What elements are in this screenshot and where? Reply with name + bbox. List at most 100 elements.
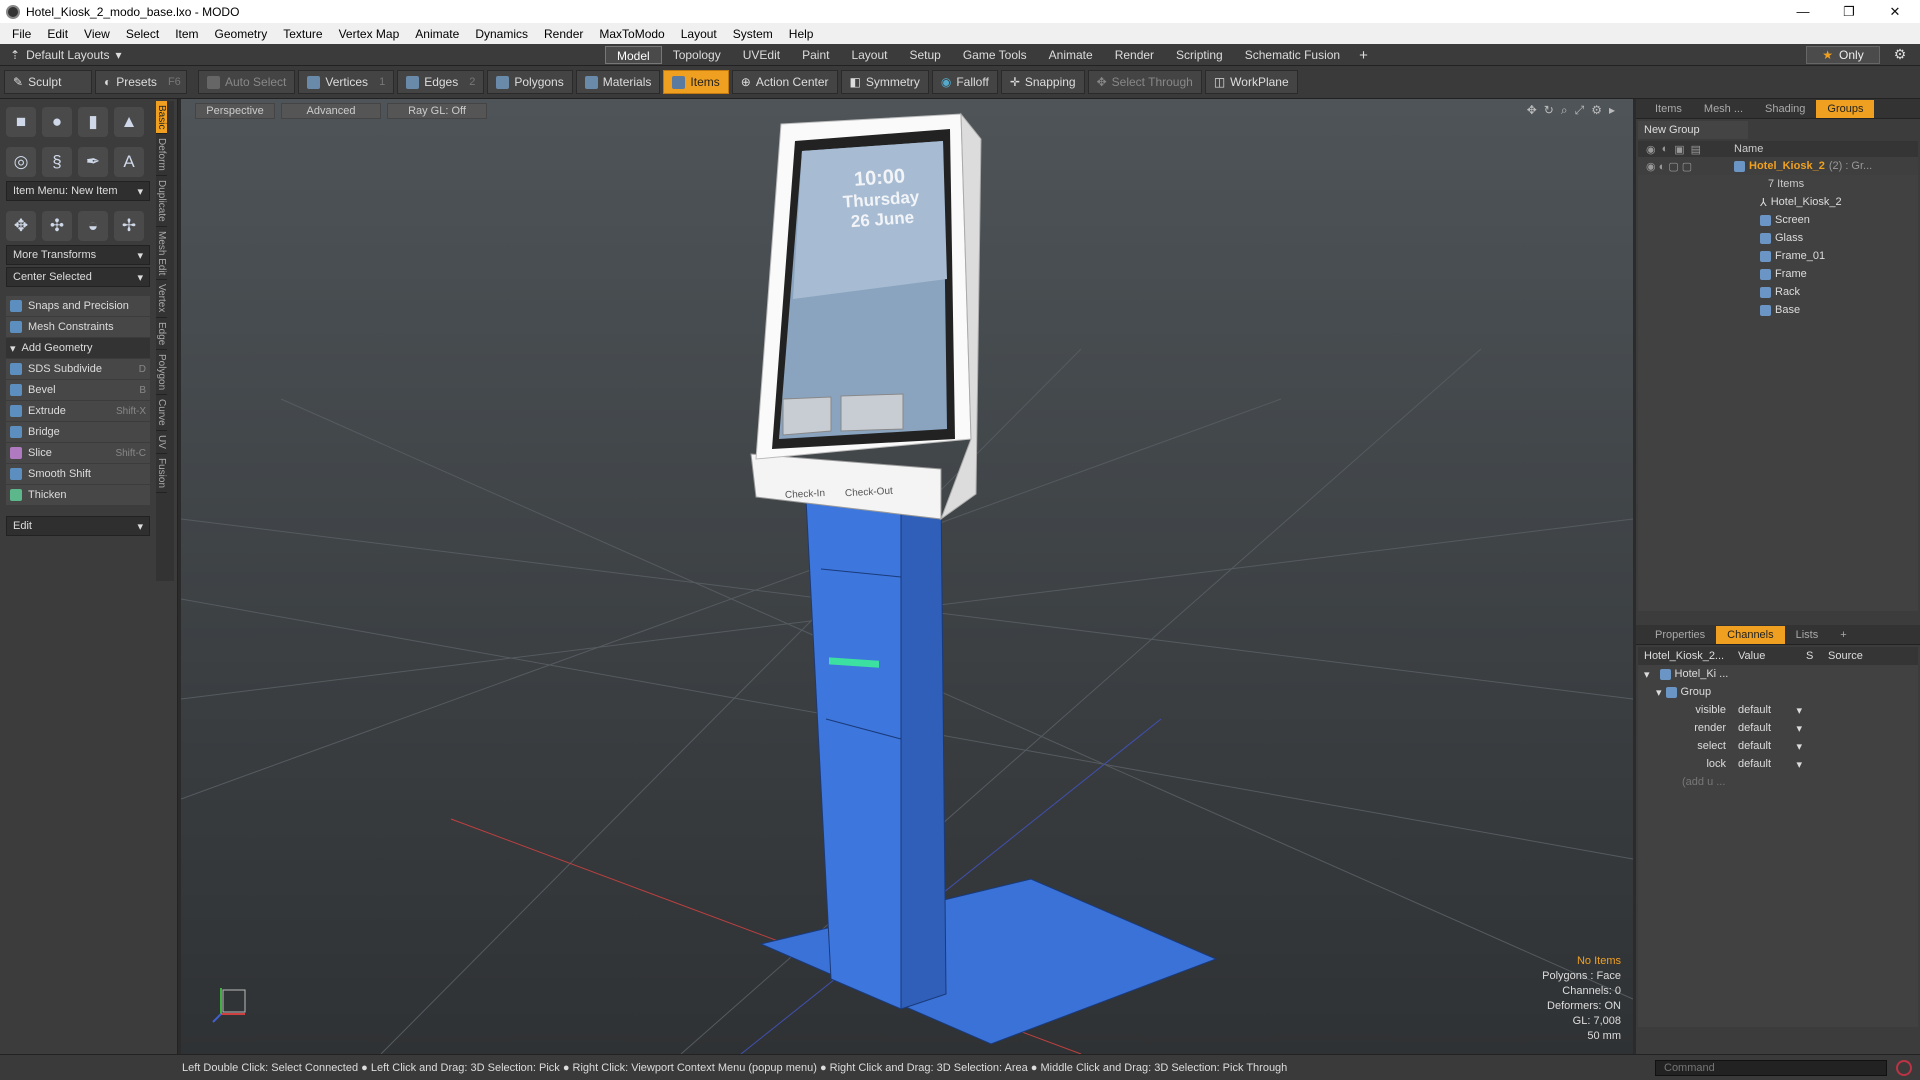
tab-schematic-fusion[interactable]: Schematic Fusion (1234, 46, 1351, 64)
more-transforms-dropdown[interactable]: More Transforms ▾ (6, 245, 150, 265)
edges-button[interactable]: Edges 2 (397, 70, 485, 94)
group-child-row[interactable]: Rack (1638, 283, 1918, 301)
channel-row[interactable]: render default ▾ (1638, 719, 1918, 737)
tool-bevel[interactable]: Bevel B (6, 380, 150, 400)
channel-value-dropdown[interactable]: default ▾ (1734, 704, 1806, 717)
vtab-deform[interactable]: Deform (156, 134, 167, 177)
default-layouts-dropdown[interactable]: ⇡ Default Layouts ▾ (0, 48, 600, 62)
add-channel-row[interactable]: (add u ... (1638, 773, 1918, 791)
menu-dynamics[interactable]: Dynamics (467, 27, 536, 41)
tab-paint[interactable]: Paint (791, 46, 840, 64)
menu-help[interactable]: Help (781, 27, 822, 41)
menu-system[interactable]: System (725, 27, 781, 41)
vtab-curve[interactable]: Curve (156, 395, 167, 431)
orbit-icon[interactable]: ↻ (1544, 103, 1554, 118)
group-child-row[interactable]: Base (1638, 301, 1918, 319)
tab-groups[interactable]: Groups (1816, 99, 1875, 118)
mesh-constraints-button[interactable]: Mesh Constraints (6, 317, 150, 337)
tab-render[interactable]: Render (1104, 46, 1165, 64)
perspective-button[interactable]: Perspective (195, 103, 275, 119)
tab-items[interactable]: Items (1644, 100, 1693, 118)
channel-value-dropdown[interactable]: default ▾ (1734, 722, 1806, 735)
tab-properties[interactable]: Properties (1644, 626, 1716, 644)
add-tab-button[interactable]: + (1829, 626, 1857, 644)
vtab-vertex[interactable]: Vertex (156, 280, 167, 318)
menu-layout[interactable]: Layout (673, 27, 725, 41)
group-child-row[interactable]: Glass (1638, 229, 1918, 247)
channel-value-dropdown[interactable]: default ▾ (1734, 740, 1806, 753)
pen-icon[interactable]: ✒ (78, 147, 108, 177)
falloff-button[interactable]: ◉ Falloff (931, 70, 998, 94)
tab-mesh[interactable]: Mesh ... (1693, 100, 1754, 118)
vtab-fusion[interactable]: Fusion (156, 454, 167, 493)
advanced-button[interactable]: Advanced (281, 103, 381, 119)
group-root-row[interactable]: ◉ ◐ ▢ ▢ Hotel_Kiosk_2 (2) : Gr... (1638, 157, 1918, 175)
3d-viewport[interactable]: Perspective Advanced Ray GL: Off ✥ ↻ ⌕ ⤢… (181, 99, 1633, 1054)
tab-scripting[interactable]: Scripting (1165, 46, 1234, 64)
zoom-icon[interactable]: ⌕ (1561, 103, 1568, 118)
menu-item[interactable]: Item (167, 27, 206, 41)
vertices-button[interactable]: Vertices 1 (298, 70, 395, 94)
group-child-row[interactable]: Frame (1638, 265, 1918, 283)
kiosk-rack-side[interactable] (900, 493, 947, 1010)
tab-shading[interactable]: Shading (1754, 100, 1816, 118)
channel-row[interactable]: select default ▾ (1638, 737, 1918, 755)
tab-channels[interactable]: Channels (1716, 625, 1785, 644)
torus-icon[interactable]: ◎ (6, 147, 36, 177)
cube-icon[interactable]: ■ (6, 107, 36, 137)
move-icon[interactable]: ✥ (6, 211, 36, 241)
group-child-row[interactable]: Screen (1638, 211, 1918, 229)
command-input[interactable] (1655, 1060, 1887, 1076)
pan-icon[interactable]: ✥ (1527, 103, 1537, 118)
menu-vertex-map[interactable]: Vertex Map (331, 27, 408, 41)
menu-render[interactable]: Render (536, 27, 591, 41)
curve-icon[interactable]: § (42, 147, 72, 177)
scale-icon[interactable]: ◒ (78, 211, 108, 241)
vtab-mesh-edit[interactable]: Mesh Edit (156, 227, 167, 281)
snaps-and-precision-button[interactable]: Snaps and Precision (6, 296, 150, 316)
edit-dropdown[interactable]: Edit ▾ (6, 516, 150, 536)
item-menu-dropdown[interactable]: Item Menu: New Item ▾ (6, 181, 150, 201)
sphere-icon[interactable]: ● (42, 107, 72, 137)
row-visibility-toggles[interactable]: ◉ ◐ ▢ ▢ (1638, 160, 1734, 173)
raygl-button[interactable]: Ray GL: Off (387, 103, 487, 119)
vtab-basic[interactable]: Basic (156, 101, 167, 135)
menu-animate[interactable]: Animate (407, 27, 467, 41)
channel-item-row[interactable]: ▾ Hotel_Ki ... (1638, 665, 1918, 683)
tab-animate[interactable]: Animate (1038, 46, 1104, 64)
menu-edit[interactable]: Edit (39, 27, 76, 41)
vtab-uv[interactable]: UV (156, 431, 167, 454)
vtab-polygon[interactable]: Polygon (156, 350, 167, 396)
add-geometry-header[interactable]: ▾ Add Geometry (6, 338, 150, 358)
channel-value-dropdown[interactable]: default ▾ (1734, 758, 1806, 771)
auto-select-button[interactable]: Auto Select (198, 70, 296, 94)
tool-thicken[interactable]: Thicken (6, 485, 150, 505)
tab-lists[interactable]: Lists (1785, 626, 1830, 644)
menu-view[interactable]: View (76, 27, 118, 41)
tool-slice[interactable]: Slice Shift-C (6, 443, 150, 463)
vtab-edge[interactable]: Edge (156, 318, 167, 351)
center-selected-dropdown[interactable]: Center Selected ▾ (6, 267, 150, 287)
expand-arrow-icon[interactable]: ▸ (1609, 103, 1615, 118)
group-child-row[interactable]: ⅄ Hotel_Kiosk_2 (1638, 193, 1918, 211)
tool-sds-subdivide[interactable]: SDS Subdivide D (6, 359, 150, 379)
tool-bridge[interactable]: Bridge (6, 422, 150, 442)
text-icon[interactable]: A (114, 147, 144, 177)
tool-smooth-shift[interactable]: Smooth Shift (6, 464, 150, 484)
new-group-button[interactable]: New Group (1638, 121, 1748, 139)
menu-file[interactable]: File (4, 27, 39, 41)
workplane-button[interactable]: ◫ WorkPlane (1204, 70, 1298, 94)
items-button[interactable]: Items (663, 70, 729, 94)
select-through-button[interactable]: ✥ Select Through (1087, 70, 1202, 94)
tab-setup[interactable]: Setup (898, 46, 951, 64)
sculpt-button[interactable]: ✎ Sculpt (4, 70, 92, 94)
maximize-button[interactable]: ❐ (1826, 0, 1872, 23)
materials-button[interactable]: Materials (575, 70, 661, 94)
menu-maxtomodo[interactable]: MaxToModo (591, 27, 672, 41)
close-button[interactable]: ✕ (1872, 0, 1918, 23)
vtab-duplicate[interactable]: Duplicate (156, 176, 167, 227)
fit-icon[interactable]: ⤢ (1575, 103, 1585, 118)
cone-icon[interactable]: ▲ (114, 107, 144, 137)
presets-button[interactable]: ◐ Presets F6 (95, 70, 187, 94)
record-icon[interactable] (1896, 1060, 1912, 1076)
